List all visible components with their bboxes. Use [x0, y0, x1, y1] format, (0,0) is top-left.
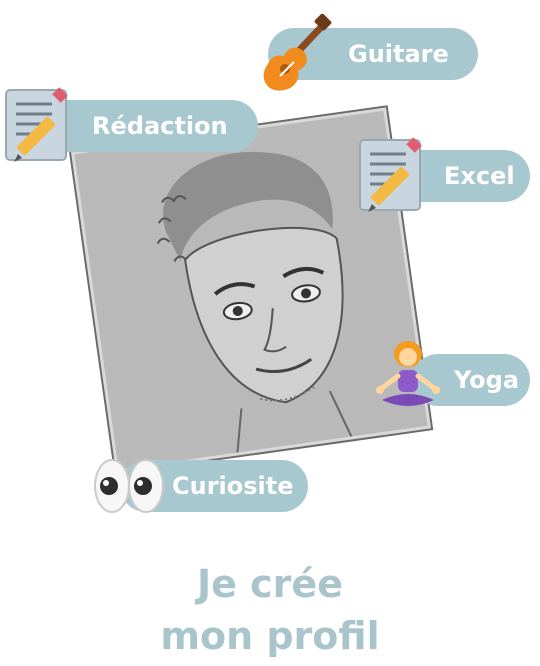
tag-yoga-label: Yoga [454, 366, 520, 394]
profile-illustration: Guitare Rédaction Excel Yoga Curiosite J… [0, 0, 540, 666]
caption-line-2: mon profil [160, 614, 380, 658]
eyes-icon [94, 459, 164, 513]
tag-curiosite-label: Curiosite [172, 472, 294, 500]
tag-guitare-label: Guitare [348, 40, 449, 68]
memo-pencil-icon [5, 87, 68, 162]
person-lotus-icon [376, 341, 440, 406]
tag-redaction-label: Rédaction [92, 112, 228, 140]
caption-line-1: Je crée [197, 562, 343, 606]
guitar-icon [263, 14, 332, 91]
tag-excel-label: Excel [444, 162, 515, 190]
memo-pencil-icon [359, 137, 422, 212]
